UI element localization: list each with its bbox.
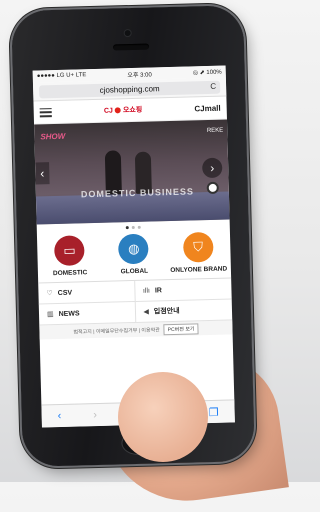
link-ir[interactable]: ıllı IR [134,278,232,302]
monitor-icon: ▭ [54,235,85,267]
logo-badge: CJ [103,106,113,115]
cjmall-logo[interactable]: CJmall [194,103,220,113]
quick-links: ♡ CSV ıllı IR ▥ NEWS ◀ 입점안내 [38,278,233,326]
link-news[interactable]: ▥ NEWS [38,301,136,326]
tabs-icon[interactable]: ❐ [209,405,219,418]
link-label: NEWS [58,309,80,318]
url-field[interactable]: cjoshopping.com C [39,80,221,98]
category-label: GLOBAL [120,267,149,276]
banner-next-arrow[interactable]: › [201,157,223,179]
category-global[interactable]: ◍ GLOBAL [103,233,164,277]
back-icon[interactable]: ‹ [58,410,62,422]
front-camera [124,29,131,37]
banner-brand: SHOW [40,131,66,142]
battery-indicator: ◎ ⬈ 100% [192,69,222,76]
link-label: 입점안내 [153,307,180,316]
bag-icon: ⛉ [182,231,214,263]
phone-screen: ●●●●● LG U+ LTE 오후 3:00 ◎ ⬈ 100% cjoshop… [32,65,235,428]
news-icon: ▥ [46,311,54,319]
forward-icon[interactable]: › [93,409,97,421]
menu-icon[interactable] [39,107,52,117]
link-label: IR [154,286,163,294]
banner-prev-arrow[interactable]: ‹ [35,162,50,185]
category-label: DOMESTIC [52,269,88,278]
globe-icon: ◍ [118,233,150,265]
category-domestic[interactable]: ▭ DOMESTIC [39,235,100,279]
page-dot[interactable] [137,225,141,229]
megaphone-icon: ◀ [143,308,149,316]
pc-version-button[interactable]: PC버전 보기 [163,322,199,335]
heart-icon: ♡ [46,290,53,298]
category-label: ONLYONE BRAND [170,265,228,275]
banner-brand-right: REKE [206,127,224,135]
link-store-entry[interactable]: ◀ 입점안내 [135,299,233,323]
footer-links[interactable]: 법적고지 | 이메일무단수집거부 | 이용약관 [73,326,159,335]
cj-oshopping-logo[interactable]: CJ 오쇼핑 [104,105,143,116]
thumb [118,372,208,462]
link-label: CSV [57,289,73,297]
url-text: cjoshopping.com [99,83,160,95]
clock: 오후 3:00 [127,71,152,79]
category-row: ▭ DOMESTIC ◍ GLOBAL ⛉ ONLYONE BRAND [36,229,232,284]
logo-dot [114,107,121,114]
logo-text: 오쇼핑 [122,106,143,115]
chart-icon: ıllı [142,287,151,295]
hero-banner[interactable]: SHOW REKE DOMESTIC BUSINESS ‹ › [34,119,230,225]
link-csv[interactable]: ♡ CSV [38,280,136,305]
page-dot[interactable] [125,225,129,229]
page-dot[interactable] [131,225,135,229]
reload-icon[interactable]: C [210,81,216,90]
carrier-label: ●●●●● LG U+ LTE [36,72,87,80]
category-onlyone-brand[interactable]: ⛉ ONLYONE BRAND [168,231,229,276]
earpiece-speaker [112,43,150,51]
